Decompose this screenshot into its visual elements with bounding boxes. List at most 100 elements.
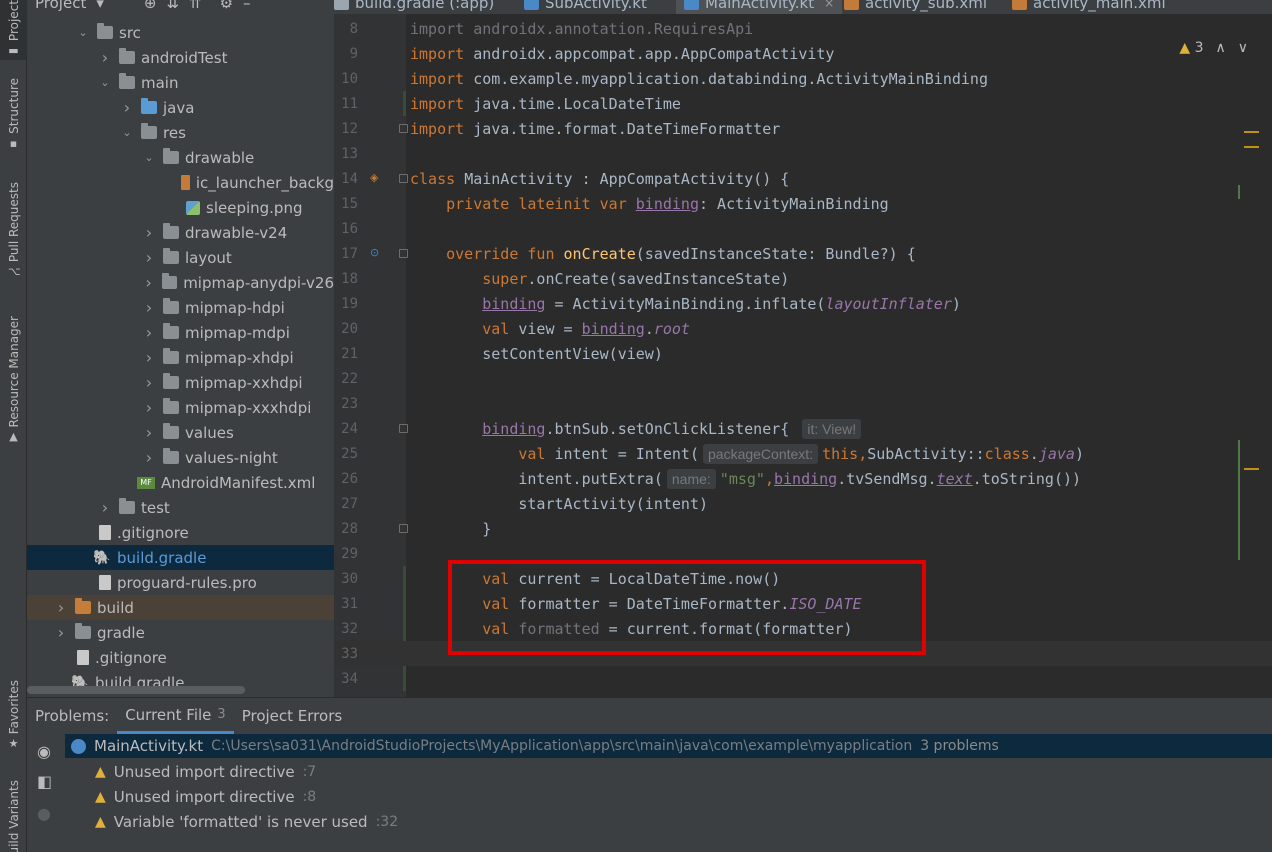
tree-item[interactable]: › mipmap-xxxhdpi [27, 395, 334, 420]
problems-file-count: 3 problems [920, 738, 999, 754]
minimize-icon[interactable]: – [243, 0, 251, 12]
tree-item[interactable]: 🐘 build.gradle [27, 545, 334, 570]
tree-item[interactable]: MF AndroidManifest.xml [27, 470, 334, 495]
tree-item[interactable]: › mipmap-hdpi [27, 295, 334, 320]
chevron-right-icon[interactable]: › [143, 348, 155, 367]
project-panel: Project ▾ ⊕ ⇊ ⇈ ⚙ – ⌄ src › androidTest ⌄ mai… [27, 0, 334, 697]
tree-item[interactable]: › mipmap-xxhdpi [27, 370, 334, 395]
code-line: 19 binding = ActivityMainBinding.inflate… [334, 291, 1272, 316]
fold-marker[interactable] [399, 424, 408, 433]
build-variants-tool-tab[interactable]: Build Variants [0, 780, 27, 852]
editor-tab[interactable]: activity_sub.xml [844, 0, 987, 14]
warning-stripe-marker[interactable] [1244, 468, 1259, 470]
tree-item[interactable]: › values [27, 420, 334, 445]
locate-icon[interactable]: ⊕ [144, 0, 157, 12]
problems-tab[interactable]: Current File 3 [117, 698, 234, 734]
favorites-tool-tab[interactable]: Favorites ★ [0, 680, 27, 749]
folder-icon [75, 623, 91, 639]
tree-item[interactable]: › java [27, 95, 334, 120]
project-tool-tab[interactable]: Project ▬ [0, 0, 27, 60]
tree-item[interactable]: › gradle [27, 620, 334, 645]
fold-marker[interactable] [399, 174, 408, 183]
problem-item[interactable]: ▲ Unused import directive:8 [95, 784, 316, 809]
tree-item[interactable]: › test [27, 495, 334, 520]
collapse-all-icon[interactable]: ⇊ [166, 0, 179, 12]
editor-tab[interactable]: SubActivity.kt [524, 0, 647, 14]
chevron-right-icon[interactable]: › [143, 423, 155, 442]
tree-item[interactable]: ⌄ res [27, 120, 334, 145]
inspection-widget[interactable]: ▲ 3 ∧ ∨ [1179, 40, 1248, 56]
tree-item[interactable]: ⌄ src [27, 20, 334, 45]
warning-stripe-marker[interactable] [1244, 131, 1259, 133]
project-view-selector[interactable]: Project [35, 0, 86, 12]
star-icon: ★ [8, 737, 19, 751]
chevron-down-icon[interactable]: ⌄ [143, 151, 155, 164]
chevron-right-icon[interactable]: › [143, 323, 155, 342]
previous-highlight-icon[interactable]: ∧ [1216, 40, 1226, 56]
problem-item[interactable]: ▲ Variable 'formatted' is never used:32 [95, 809, 398, 834]
problems-tab[interactable]: Project Errors [234, 698, 350, 734]
fold-marker[interactable] [399, 124, 408, 133]
code-token: import [410, 69, 474, 88]
code-line: 27 startActivity(intent) [334, 491, 1272, 516]
gear-icon[interactable]: ⚙ [220, 0, 233, 12]
tree-item[interactable]: › mipmap-mdpi [27, 320, 334, 345]
override-gutter-icon[interactable]: ⊙ [370, 246, 379, 259]
project-tree-horizontal-scrollbar[interactable] [27, 686, 245, 694]
preview-icon[interactable]: ◧ [37, 772, 52, 791]
resource-manager-tool-tab[interactable]: Resource Manager ▲ [0, 316, 27, 442]
chevron-right-icon[interactable]: › [143, 223, 155, 242]
activity-gutter-icon[interactable]: ◈ [370, 171, 378, 184]
inlay-hint: packageContext: [703, 443, 819, 464]
tree-item[interactable]: proguard-rules.pro [27, 570, 334, 595]
chevron-right-icon[interactable]: › [121, 98, 133, 117]
chevron-down-icon[interactable]: ⌄ [77, 26, 89, 39]
close-icon[interactable]: × [824, 0, 834, 10]
editor-tab[interactable]: activity_main.xml [1012, 0, 1166, 14]
code-token: this [822, 444, 859, 463]
problem-item[interactable]: ▲ Unused import directive:7 [95, 759, 316, 784]
code-token: override fun [446, 244, 564, 263]
tree-item[interactable]: › mipmap-xhdpi [27, 345, 334, 370]
lightbulb-icon[interactable]: ● [37, 804, 51, 823]
tree-item[interactable]: › layout [27, 245, 334, 270]
chevron-right-icon[interactable]: › [143, 298, 155, 317]
tree-item[interactable]: ⌄ drawable [27, 145, 334, 170]
chevron-down-icon[interactable]: ▾ [96, 0, 104, 12]
chevron-right-icon[interactable]: › [143, 273, 154, 292]
chevron-right-icon[interactable]: › [143, 398, 155, 417]
tree-item[interactable]: ⌄ main [27, 70, 334, 95]
fold-marker[interactable] [399, 249, 408, 258]
chevron-right-icon[interactable]: › [143, 373, 155, 392]
chevron-down-icon[interactable]: ⌄ [99, 76, 111, 89]
fold-marker[interactable] [399, 524, 408, 533]
chevron-down-icon[interactable]: ⌄ [121, 126, 133, 139]
tree-item[interactable]: › mipmap-anydpi-v26 [27, 270, 334, 295]
pull-requests-tool-tab[interactable]: Pull Requests ⌥ [0, 182, 27, 277]
chevron-right-icon[interactable]: › [99, 498, 111, 517]
expand-all-icon[interactable]: ⇈ [189, 0, 202, 12]
editor-tab[interactable]: MainActivity.kt × [676, 0, 843, 14]
chevron-right-icon[interactable]: › [55, 598, 67, 617]
editor-tab[interactable]: build.gradle (:app) [334, 0, 494, 14]
tree-item[interactable]: › values-night [27, 445, 334, 470]
chevron-right-icon[interactable]: › [143, 248, 155, 267]
warning-stripe-marker[interactable] [1244, 146, 1259, 148]
tree-item[interactable]: .gitignore [27, 520, 334, 545]
tree-item[interactable]: sleeping.png [27, 195, 334, 220]
chevron-right-icon[interactable]: › [99, 48, 111, 67]
chevron-right-icon[interactable]: › [143, 448, 155, 467]
chevron-right-icon[interactable]: › [55, 623, 67, 642]
problems-file-row[interactable]: MainActivity.kt C:\Users\sa031\AndroidSt… [65, 734, 1272, 758]
tree-item[interactable]: › drawable-v24 [27, 220, 334, 245]
tree-item[interactable]: .gitignore [27, 645, 334, 670]
xml-file-icon [181, 175, 190, 190]
structure-tool-tab[interactable]: Structure ▪ [0, 78, 27, 149]
file-type-icon [524, 0, 539, 10]
tree-item[interactable]: › build [27, 595, 334, 620]
next-highlight-icon[interactable]: ∨ [1238, 40, 1248, 56]
tree-item[interactable]: ic_launcher_backg [27, 170, 334, 195]
eye-icon[interactable]: ◉ [37, 742, 51, 761]
code-line: 26 intent.putExtra(name: "msg",binding.tv… [334, 466, 1272, 491]
tree-item[interactable]: › androidTest [27, 45, 334, 70]
